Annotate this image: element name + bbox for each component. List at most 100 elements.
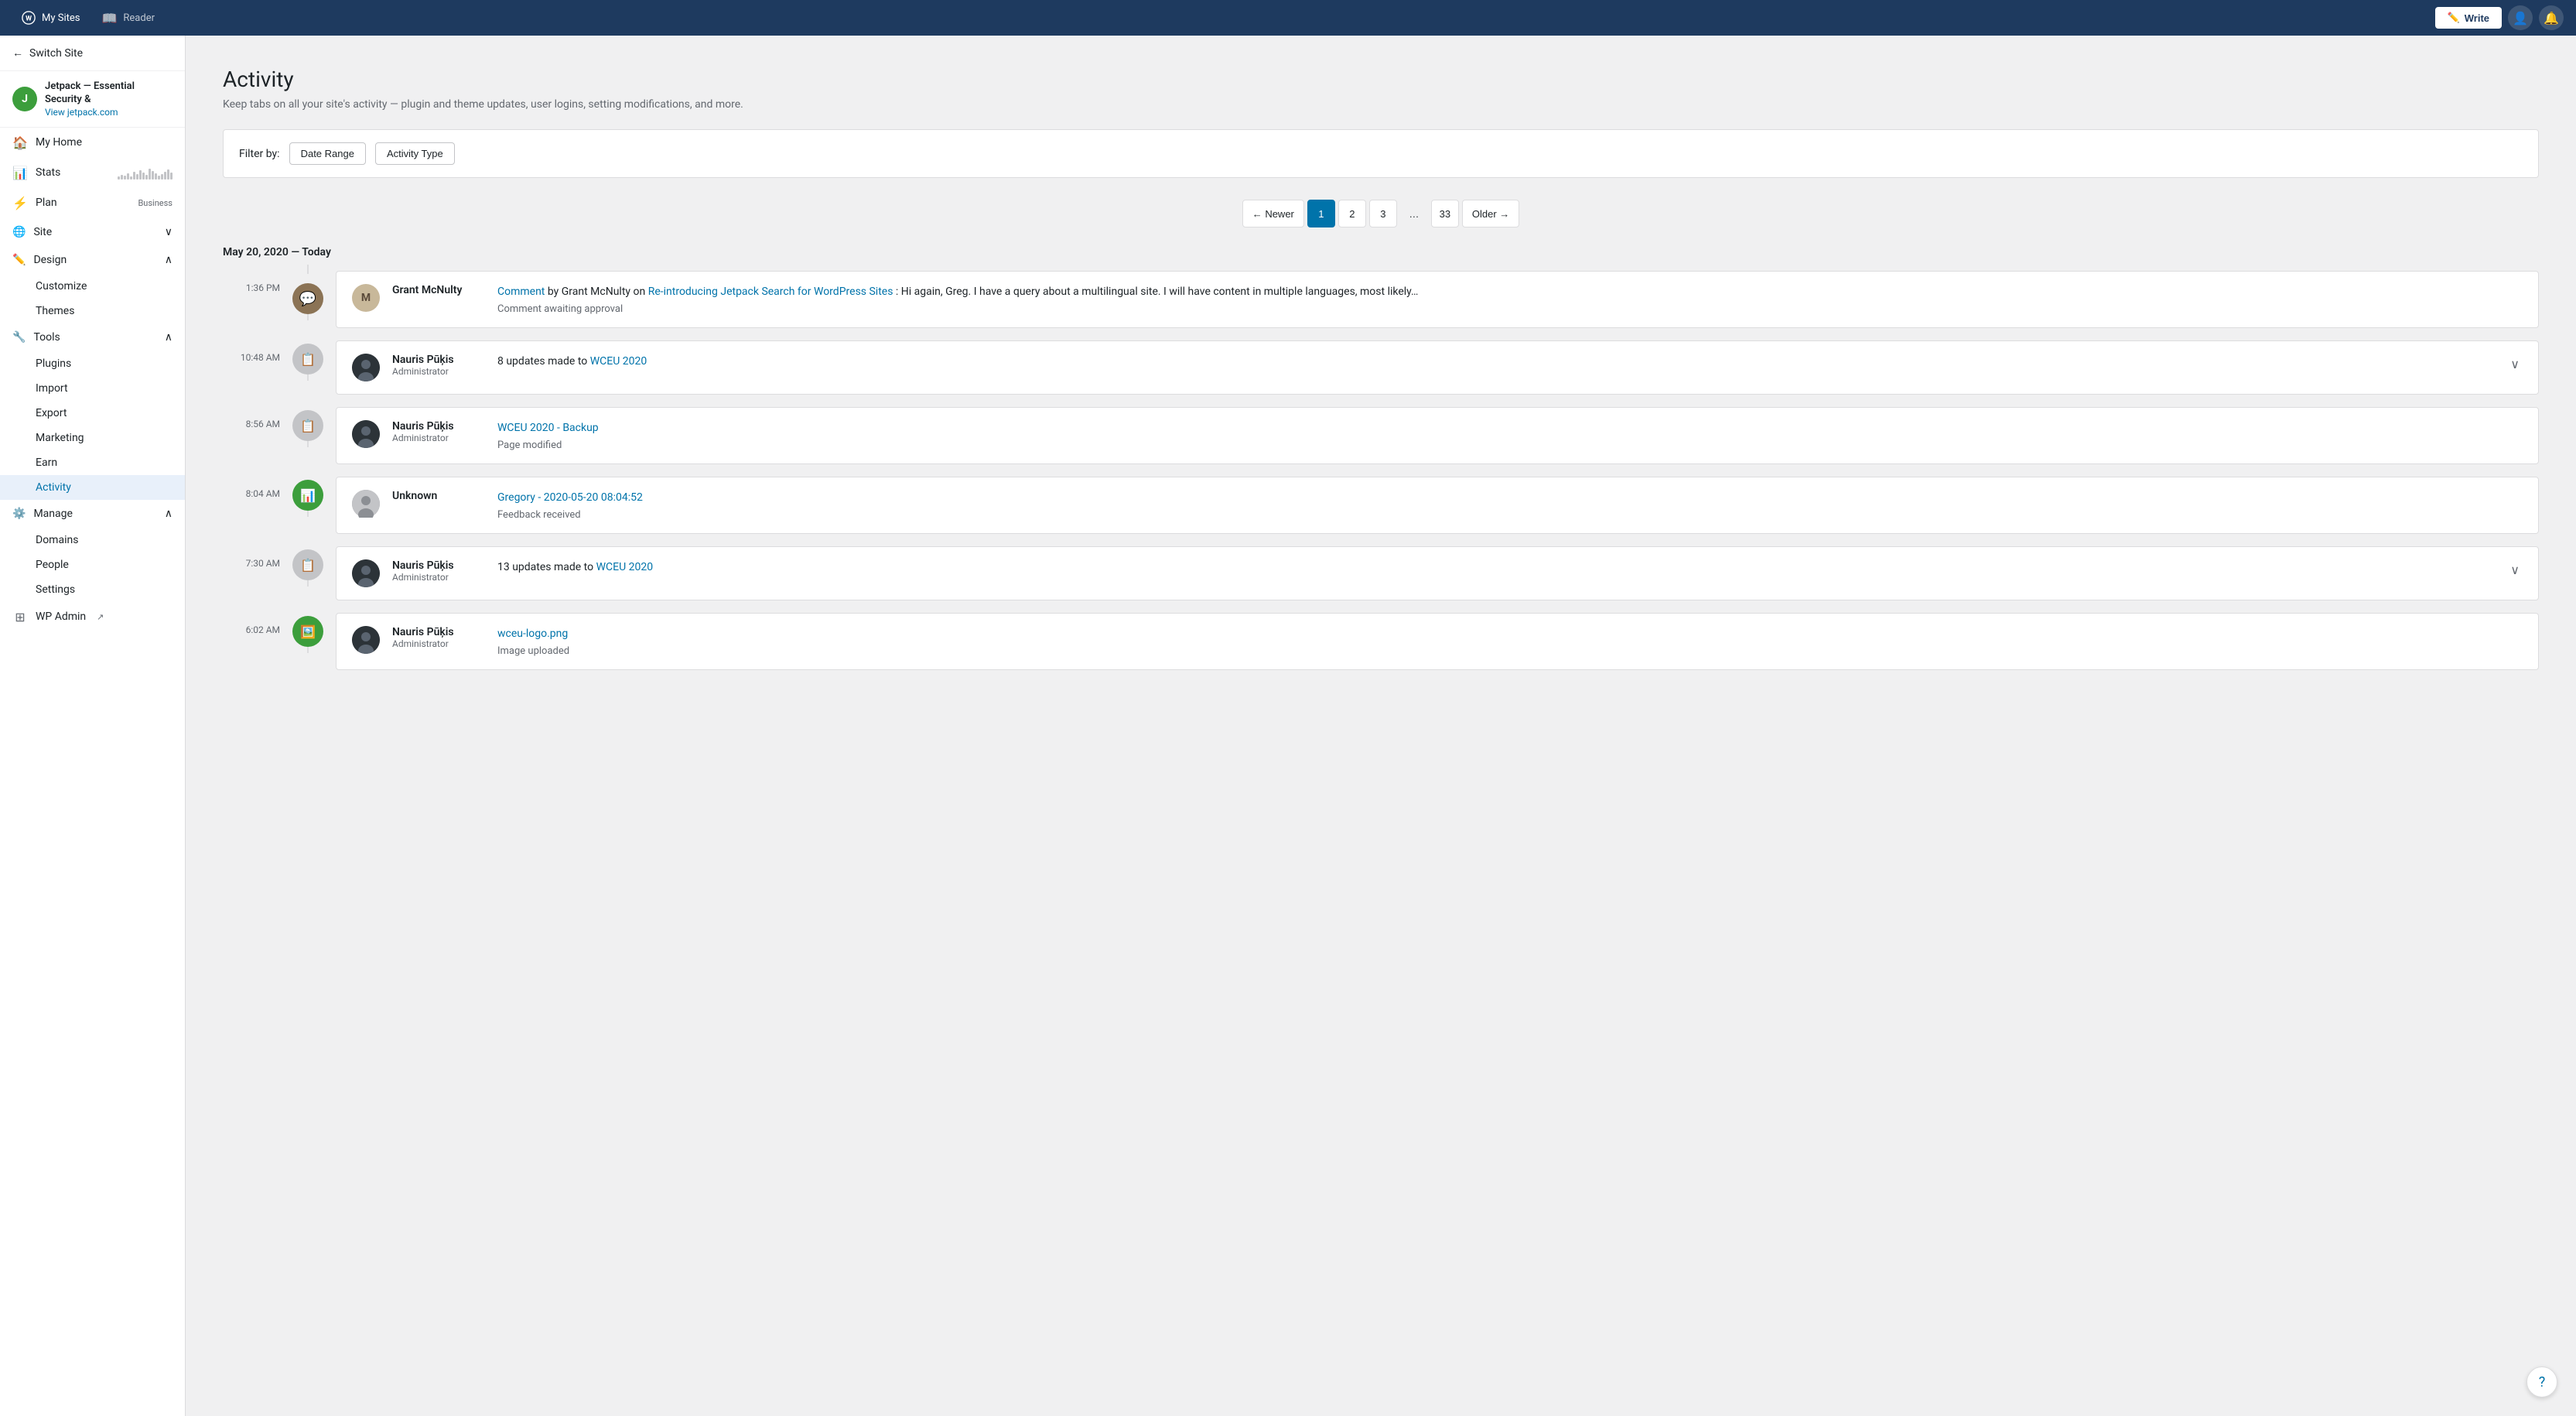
sidebar-label-wp-admin: WP Admin bbox=[36, 611, 86, 623]
wp-admin-icon: ⊞ bbox=[12, 610, 28, 624]
sidebar-item-marketing[interactable]: Marketing bbox=[0, 426, 185, 450]
sidebar-item-activity[interactable]: Activity bbox=[0, 475, 185, 500]
site-nav-icon: 🌐 bbox=[12, 226, 26, 238]
unknown-avatar bbox=[352, 490, 380, 518]
sidebar-site-info: J Jetpack — Essential Security & View je… bbox=[0, 71, 185, 128]
switch-site-button[interactable]: ← Switch Site bbox=[0, 36, 185, 71]
reader-nav[interactable]: 📖 Reader bbox=[92, 6, 164, 30]
stem-6: 🖼️ bbox=[292, 607, 323, 653]
activity-sub-4: Feedback received bbox=[497, 509, 2523, 521]
post-link-1[interactable]: Re-introducing Jetpack Search for WordPr… bbox=[648, 286, 893, 298]
activity-sub-6: Image uploaded bbox=[497, 645, 2523, 657]
page-33-button[interactable]: 33 bbox=[1431, 200, 1459, 227]
plan-badge: Business bbox=[138, 198, 173, 208]
date-header: May 20, 2020 — Today bbox=[223, 246, 2539, 258]
activity-content-5: 13 updates made to WCEU 2020 bbox=[497, 559, 2495, 576]
svg-text:W: W bbox=[26, 15, 32, 23]
sidebar-item-tools[interactable]: 🔧 Tools ∧ bbox=[0, 323, 185, 351]
nauris-role-5: Administrator bbox=[392, 572, 485, 583]
top-navigation: W My Sites 📖 Reader ✏️ Write 👤 🔔 bbox=[0, 0, 2576, 36]
sidebar-item-themes[interactable]: Themes bbox=[0, 299, 185, 323]
sidebar-item-plugins[interactable]: Plugins bbox=[0, 351, 185, 376]
stem-5: 📋 bbox=[292, 540, 323, 587]
activity-item-6: 6:02 AM 🖼️ Naur bbox=[223, 607, 2539, 676]
activity-card-6: Nauris Pūķis Administrator wceu-logo.png… bbox=[336, 613, 2539, 670]
sidebar-item-people[interactable]: People bbox=[0, 552, 185, 577]
stats-mini-chart bbox=[118, 166, 173, 180]
sidebar-item-customize[interactable]: Customize bbox=[0, 274, 185, 299]
newer-button[interactable]: ← Newer bbox=[1242, 200, 1304, 227]
wceu-logo-link[interactable]: wceu-logo.png bbox=[497, 628, 568, 640]
activity-card-5: Nauris Pūķis Administrator 13 updates ma… bbox=[336, 546, 2539, 600]
gregory-link[interactable]: Gregory - 2020-05-20 08:04:52 bbox=[497, 491, 643, 504]
sidebar-item-my-home[interactable]: 🏠 My Home bbox=[0, 128, 185, 158]
sidebar-label-stats: Stats bbox=[36, 166, 60, 179]
expand-button-5[interactable]: ∨ bbox=[2507, 559, 2523, 580]
update-icon-2: 📋 bbox=[292, 344, 323, 375]
stem-3: 📋 bbox=[292, 401, 323, 447]
expand-button-2[interactable]: ∨ bbox=[2507, 354, 2523, 375]
activity-item-5: 7:30 AM 📋 Nauri bbox=[223, 540, 2539, 607]
time-602am: 6:02 AM bbox=[246, 624, 280, 635]
sidebar-item-site[interactable]: 🌐 Site ∨ bbox=[0, 218, 185, 246]
help-button[interactable]: ? bbox=[2526, 1366, 2557, 1397]
page-title: Activity bbox=[223, 67, 2539, 92]
stem-1: 💬 bbox=[292, 265, 323, 320]
activity-content-3: WCEU 2020 - Backup Page modified bbox=[497, 420, 2523, 451]
nauris-name-6: Nauris Pūķis bbox=[392, 626, 485, 638]
sidebar-item-manage[interactable]: ⚙️ Manage ∧ bbox=[0, 500, 185, 528]
feedback-icon-4: 📊 bbox=[292, 480, 323, 511]
page-1-button[interactable]: 1 bbox=[1307, 200, 1335, 227]
sidebar-item-import[interactable]: Import bbox=[0, 376, 185, 401]
chevron-down-icon: ∨ bbox=[165, 226, 173, 238]
activity-type-filter[interactable]: Activity Type bbox=[375, 142, 455, 165]
back-arrow-icon: ← bbox=[12, 46, 23, 60]
page-3-button[interactable]: 3 bbox=[1369, 200, 1397, 227]
page-2-button[interactable]: 2 bbox=[1338, 200, 1366, 227]
sidebar-item-stats[interactable]: 📊 Stats bbox=[0, 158, 185, 188]
activity-item-4: 8:04 AM 📊 Unkno bbox=[223, 470, 2539, 540]
sidebar-item-earn[interactable]: Earn bbox=[0, 450, 185, 475]
user-avatar-icon[interactable]: 👤 bbox=[2508, 5, 2533, 30]
wceu-link-5[interactable]: WCEU 2020 bbox=[596, 561, 654, 573]
update-icon-5: 📋 bbox=[292, 549, 323, 580]
sidebar-item-export[interactable]: Export bbox=[0, 401, 185, 426]
sidebar-item-plan[interactable]: ⚡ Plan Business bbox=[0, 188, 185, 218]
date-group-label: May 20, 2020 — Today bbox=[223, 246, 331, 258]
sidebar-item-settings[interactable]: Settings bbox=[0, 577, 185, 602]
activity-content-2: 8 updates made to WCEU 2020 bbox=[497, 354, 2495, 370]
activity-content-4: Gregory - 2020-05-20 08:04:52 Feedback r… bbox=[497, 490, 2523, 521]
page-description: Keep tabs on all your site's activity — … bbox=[223, 98, 2539, 111]
tools-icon: 🔧 bbox=[12, 331, 26, 344]
sidebar-item-wp-admin[interactable]: ⊞ WP Admin ↗ bbox=[0, 602, 185, 632]
site-url[interactable]: View jetpack.com bbox=[45, 107, 173, 118]
sidebar-item-domains[interactable]: Domains bbox=[0, 528, 185, 552]
date-range-filter[interactable]: Date Range bbox=[289, 142, 366, 165]
time-856am: 8:56 AM bbox=[246, 419, 280, 429]
activity-sub-1: Comment awaiting approval bbox=[497, 303, 2523, 315]
backup-link[interactable]: WCEU 2020 - Backup bbox=[497, 422, 599, 434]
activity-item-1: 1:36 PM 💬 M Grant McNulty bbox=[223, 265, 2539, 334]
comment-link[interactable]: Comment bbox=[497, 286, 545, 298]
activity-item-2: 10:48 AM 📋 Naur bbox=[223, 334, 2539, 401]
write-button[interactable]: ✏️ Write bbox=[2435, 7, 2502, 29]
page-ellipsis: … bbox=[1400, 200, 1428, 227]
notifications-icon[interactable]: 🔔 bbox=[2539, 5, 2564, 30]
comment-icon-wrap: 💬 bbox=[292, 283, 323, 314]
time-804am: 8:04 AM bbox=[246, 488, 280, 499]
main-content: Activity Keep tabs on all your site's ac… bbox=[186, 36, 2576, 1416]
my-sites-nav[interactable]: W My Sites bbox=[12, 6, 89, 29]
chevron-up-tools-icon: ∧ bbox=[165, 331, 173, 344]
site-name: Jetpack — Essential Security & bbox=[45, 80, 173, 107]
activity-card-2: Nauris Pūķis Administrator 8 updates mad… bbox=[336, 340, 2539, 395]
time-136pm: 1:36 PM bbox=[246, 282, 280, 293]
backup-icon-3: 📋 bbox=[292, 410, 323, 441]
image-icon-6: 🖼️ bbox=[292, 616, 323, 647]
older-button[interactable]: Older → bbox=[1462, 200, 1519, 227]
activity-card-3: Nauris Pūķis Administrator WCEU 2020 - B… bbox=[336, 407, 2539, 464]
home-icon: 🏠 bbox=[12, 135, 28, 150]
stem-2: 📋 bbox=[292, 334, 323, 381]
wceu-link-2[interactable]: WCEU 2020 bbox=[590, 355, 647, 368]
sidebar-item-design[interactable]: ✏️ Design ∧ bbox=[0, 246, 185, 274]
sidebar-label-my-home: My Home bbox=[36, 136, 82, 149]
